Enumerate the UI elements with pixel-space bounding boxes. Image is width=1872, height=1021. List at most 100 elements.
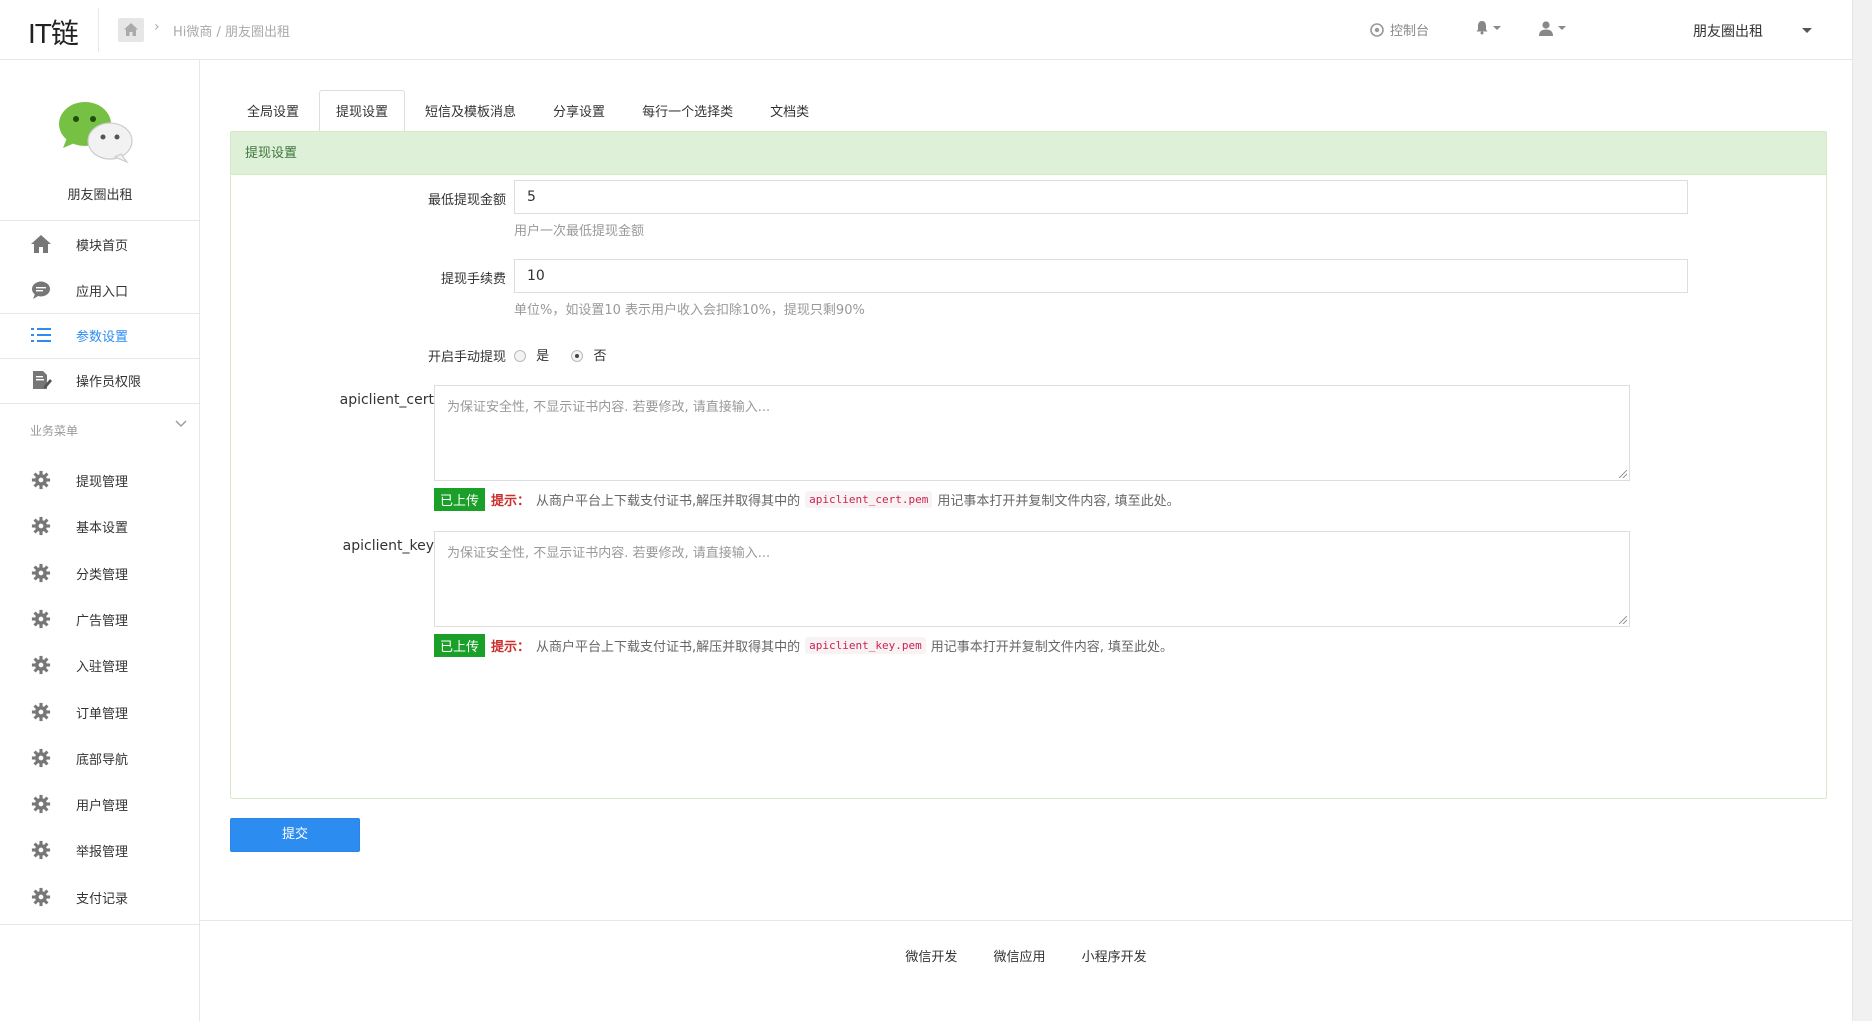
apiclient-cert-hint: 已上传 提示： 从商户平台上下载支付证书,解压并取得其中的 apiclient_…	[434, 488, 1180, 511]
sidebar-item-business-3[interactable]: 分类管理	[0, 551, 200, 595]
user-icon	[1539, 21, 1553, 36]
min-amount-help: 用户一次最低提现金额	[514, 224, 645, 239]
apiclient-cert-placeholder: 为保证安全性, 不显示证书内容. 若要修改, 请直接输入...	[447, 400, 771, 415]
apiclient-key-label: apiclient_key	[342, 538, 434, 554]
radio-no-label: 否	[593, 349, 607, 364]
app-logo[interactable]: IT链	[28, 12, 79, 52]
breadcrumb[interactable]: Hi微商 / 朋友圈出租	[173, 21, 290, 40]
divider	[0, 924, 200, 925]
footer-link-wechat-dev[interactable]: 微信开发	[905, 950, 957, 965]
radio-yes-label: 是	[536, 349, 550, 364]
apiclient-key-textarea[interactable]: 为保证安全性, 不显示证书内容. 若要修改, 请直接输入...	[434, 531, 1630, 627]
sidebar-item-business-4[interactable]: 广告管理	[0, 597, 200, 641]
sidebar-item-label: 举报管理	[76, 844, 129, 860]
sidebar-item-business-10[interactable]: 支付记录	[0, 875, 200, 919]
dashboard-icon	[1370, 22, 1384, 37]
gear-icon	[31, 470, 51, 490]
sidebar-item-business-5[interactable]: 入驻管理	[0, 643, 200, 687]
top-bar: IT链 › Hi微商 / 朋友圈出租 控制台 朋友圈出租	[0, 0, 1852, 60]
chevron-down-icon[interactable]	[175, 420, 187, 428]
apiclient-cert-label: apiclient_cert	[339, 392, 434, 408]
submit-button[interactable]: 提交	[230, 818, 360, 852]
divider	[0, 403, 200, 404]
account-chevron-down-icon[interactable]	[1802, 28, 1812, 33]
sidebar-item-label: 分类管理	[76, 567, 129, 583]
sidebar-item-business-9[interactable]: 举报管理	[0, 828, 200, 872]
apiclient-cert-textarea[interactable]: 为保证安全性, 不显示证书内容. 若要修改, 请直接输入...	[434, 385, 1630, 481]
divider	[0, 220, 200, 221]
hint-text-prefix: 从商户平台上下载支付证书,解压并取得其中的	[536, 494, 801, 509]
sidebar-item-label: 参数设置	[76, 329, 129, 345]
gear-icon	[31, 840, 51, 860]
sidebar-item-label: 应用入口	[76, 284, 129, 300]
withdraw-settings-panel: 提现设置 最低提现金额 5 用户一次最低提现金额 提现手续费 10 单位%，如设…	[230, 131, 1827, 799]
sidebar-item-label: 入驻管理	[76, 659, 129, 675]
hint-text-suffix: 用记事本打开并复制文件内容, 填至此处。	[930, 640, 1174, 655]
manual-withdraw-label: 开启手动提现	[427, 350, 506, 365]
sidebar-item-app-entry[interactable]: 应用入口	[0, 268, 200, 312]
sidebar-item-module-home[interactable]: 模块首页	[0, 222, 200, 266]
chevron-down-icon	[1493, 25, 1501, 30]
sidebar-item-business-2[interactable]: 基本设置	[0, 504, 200, 548]
resize-handle-icon[interactable]	[1619, 616, 1627, 624]
gear-icon	[31, 563, 51, 583]
gear-icon	[31, 516, 51, 536]
sidebar-item-label: 订单管理	[76, 706, 129, 722]
radio-yes[interactable]	[514, 350, 526, 362]
user-dropdown[interactable]	[1538, 20, 1566, 36]
radio-no[interactable]	[571, 350, 584, 362]
fee-input[interactable]: 10	[514, 259, 1688, 293]
manual-withdraw-options: 是 否	[514, 345, 606, 364]
sidebar-item-params[interactable]: 参数设置	[0, 313, 200, 357]
sidebar-item-business-8[interactable]: 用户管理	[0, 782, 200, 826]
gear-icon	[31, 702, 51, 722]
window-scrollbar[interactable]	[1852, 0, 1872, 1021]
cert-filename: apiclient_cert.pem	[805, 491, 933, 508]
footer-link-wechat-apps[interactable]: 微信应用	[993, 950, 1045, 965]
sidebar-item-business-1[interactable]: 提现管理	[0, 458, 200, 502]
gear-icon	[31, 794, 51, 814]
apiclient-key-placeholder: 为保证安全性, 不显示证书内容. 若要修改, 请直接输入...	[447, 546, 771, 561]
sidebar-item-label: 模块首页	[76, 238, 129, 254]
list-icon	[31, 328, 51, 342]
account-name[interactable]: 朋友圈出租	[1693, 21, 1763, 41]
apiclient-key-hint: 已上传 提示： 从商户平台上下载支付证书,解压并取得其中的 apiclient_…	[434, 634, 1173, 657]
console-link[interactable]: 控制台	[1370, 20, 1429, 39]
sidebar-item-label: 提现管理	[76, 474, 129, 490]
hint-text-suffix: 用记事本打开并复制文件内容, 填至此处。	[937, 494, 1180, 509]
hint-text-prefix: 从商户平台上下载支付证书,解压并取得其中的	[536, 640, 801, 655]
wechat-logo-icon	[59, 102, 133, 164]
uploaded-badge: 已上传	[434, 634, 486, 657]
logo-divider	[98, 8, 99, 52]
bell-icon	[1476, 21, 1488, 35]
home-button[interactable]	[118, 18, 144, 42]
manual-withdraw-no-option[interactable]: 否	[571, 349, 606, 364]
gear-icon	[31, 609, 51, 629]
manual-withdraw-yes-option[interactable]: 是	[514, 349, 571, 364]
business-menu-title: 业务菜单	[30, 424, 79, 438]
sidebar-item-business-7[interactable]: 底部导航	[0, 736, 200, 780]
sidebar-item-label: 操作员权限	[76, 374, 142, 390]
tab-share-settings[interactable]: 分享设置	[536, 90, 622, 132]
edit-doc-icon	[33, 371, 52, 389]
footer-links: 微信开发 微信应用 小程序开发	[200, 946, 1852, 965]
tab-withdraw-settings[interactable]: 提现设置	[319, 90, 406, 132]
tab-per-line-select[interactable]: 每行一个选择类	[625, 90, 750, 132]
tab-documents[interactable]: 文档类	[753, 90, 826, 132]
sidebar-item-business-6[interactable]: 订单管理	[0, 690, 200, 734]
notifications-dropdown[interactable]	[1475, 20, 1501, 35]
sidebar-item-operator-permissions[interactable]: 操作员权限	[0, 358, 200, 402]
hint-label: 提示：	[491, 640, 531, 655]
footer-link-miniprogram-dev[interactable]: 小程序开发	[1082, 950, 1147, 965]
gear-icon	[31, 887, 51, 907]
sidebar-item-label: 基本设置	[76, 520, 129, 536]
brand-name: 朋友圈出租	[67, 188, 133, 203]
resize-handle-icon[interactable]	[1619, 470, 1627, 478]
tab-global-settings[interactable]: 全局设置	[230, 90, 316, 132]
tab-sms-template[interactable]: 短信及模板消息	[408, 90, 533, 132]
home-icon	[124, 23, 138, 36]
sidebar-item-label: 用户管理	[76, 798, 129, 814]
min-amount-input[interactable]: 5	[514, 180, 1688, 214]
fee-help: 单位%，如设置10 表示用户收入会扣除10%，提现只剩90%	[514, 303, 865, 318]
panel-title: 提现设置	[231, 132, 1826, 175]
